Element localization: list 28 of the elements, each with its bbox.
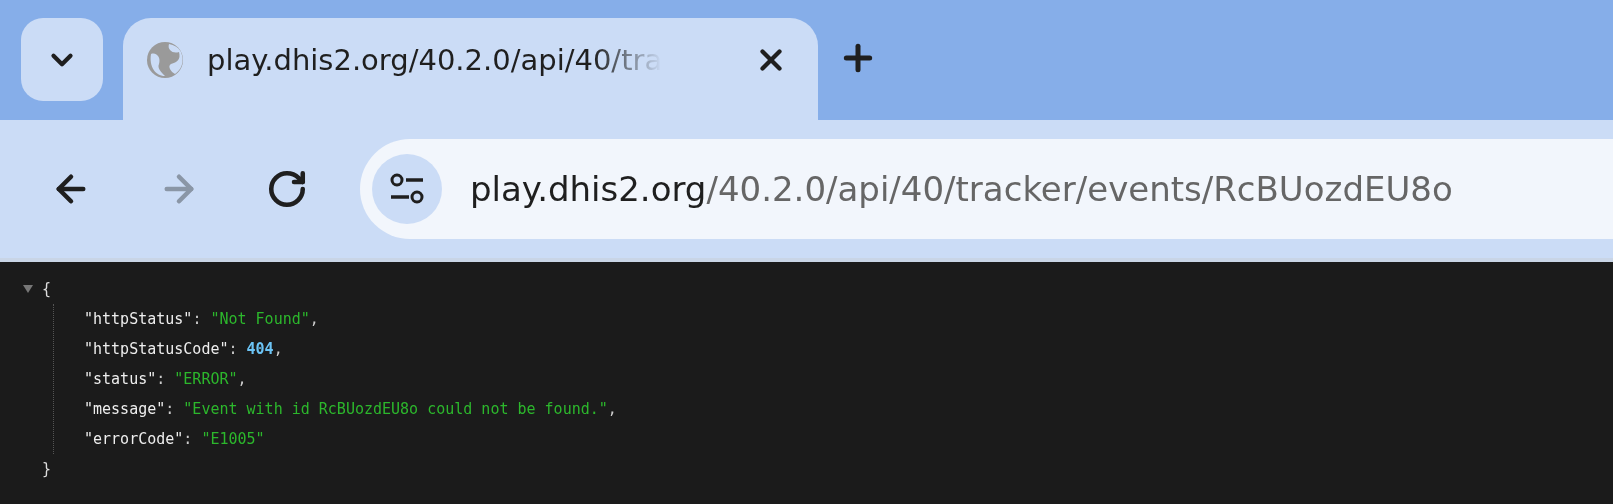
json-colon: : (183, 430, 193, 448)
json-comma: , (309, 310, 319, 328)
collapse-toggle-icon[interactable] (22, 283, 34, 295)
json-key: "httpStatus" (84, 310, 193, 328)
settings-icon (389, 173, 425, 205)
json-colon: : (156, 370, 166, 388)
json-key: "errorCode" (84, 430, 184, 448)
site-info-button[interactable] (372, 154, 442, 224)
json-brace: } (42, 460, 52, 478)
json-value: "E1005" (201, 430, 265, 448)
json-value: "Not Found" (210, 310, 310, 328)
address-bar[interactable]: play.dhis2.org/40.2.0/api/40/tracker/events/RcBUozdEU8o (360, 139, 1613, 239)
json-comma: , (237, 370, 247, 388)
globe-icon (145, 40, 185, 80)
json-key: "message" (84, 400, 166, 418)
json-comma: , (273, 340, 283, 358)
reload-icon (266, 168, 308, 210)
json-brace: { (42, 280, 52, 298)
json-value: "ERROR" (174, 370, 238, 388)
json-value: 404 (246, 340, 274, 358)
json-key: "status" (84, 370, 157, 388)
json-colon: : (165, 400, 175, 418)
json-colon: : (192, 310, 202, 328)
json-comma: , (607, 400, 617, 418)
url-text: play.dhis2.org/40.2.0/api/40/tracker/events/RcBUozdEU8o (470, 169, 1453, 209)
json-colon: : (228, 340, 238, 358)
json-value: "Event with id RcBUozdEU8o could not be found." (183, 400, 608, 418)
json-key: "httpStatusCode" (84, 340, 229, 358)
